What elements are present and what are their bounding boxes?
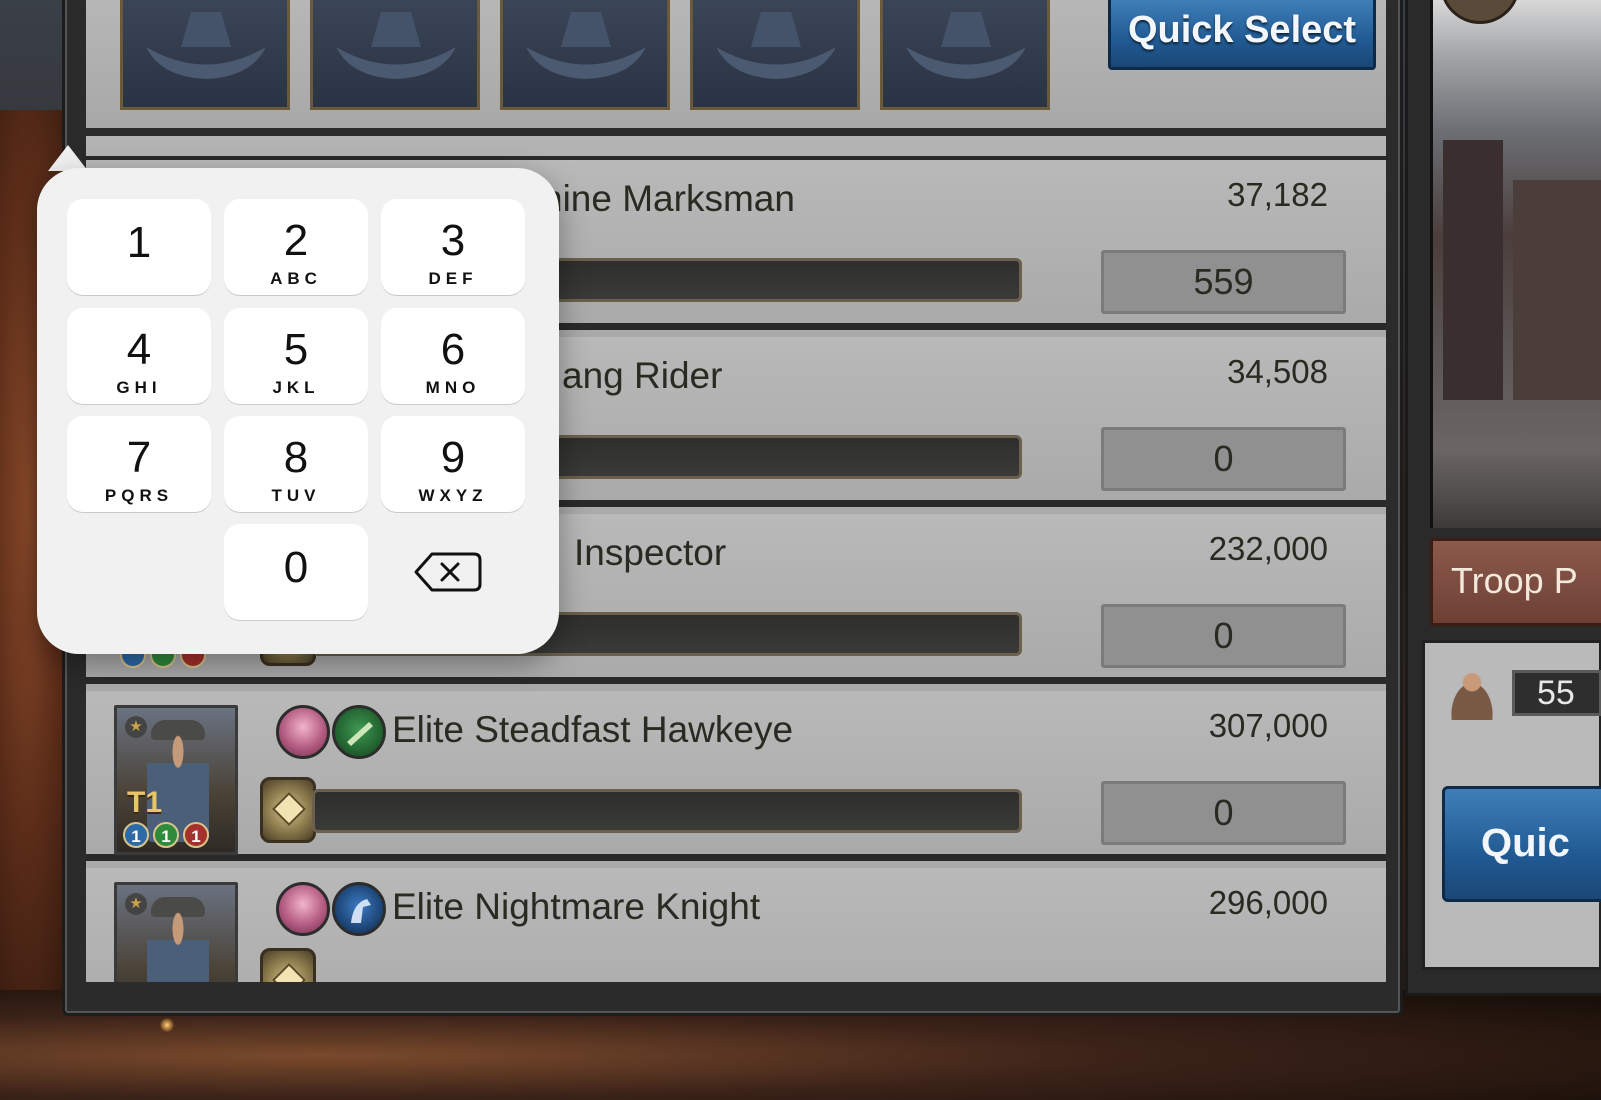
backspace-icon: [414, 552, 482, 592]
slider-handle[interactable]: [260, 948, 316, 982]
helmet-icon: [276, 705, 330, 759]
key-digit: 4: [126, 325, 152, 374]
troop-name: Inspector: [574, 532, 727, 573]
key-digit: 2: [283, 216, 309, 265]
key-digit: 9: [440, 433, 466, 482]
key-letters: JKL: [272, 378, 320, 397]
hat-icon: [906, 12, 1026, 79]
key-letters: DEF: [428, 269, 478, 288]
troop-name: nine Marksman: [542, 178, 795, 219]
troop-count-input[interactable]: 559: [1101, 250, 1346, 314]
key-digit: 7: [126, 433, 152, 482]
delete-key[interactable]: [378, 524, 522, 620]
building: [1443, 140, 1503, 400]
star-icon: ★: [125, 893, 147, 915]
helmet-icon: [276, 882, 330, 936]
hero-slot-strip: Quick Select: [86, 0, 1386, 136]
key-digit: 5: [283, 325, 309, 374]
level-badges: 111: [123, 822, 213, 848]
rifle-icon: [332, 705, 386, 759]
slider-handle[interactable]: [260, 777, 316, 843]
hero-slot[interactable]: [880, 0, 1050, 110]
troop-name: ang Rider: [562, 355, 723, 396]
troop-portrait[interactable]: ★ T1 111: [114, 705, 238, 855]
troop-total: 55: [1512, 670, 1601, 716]
level-badge: 1: [183, 822, 209, 848]
key-9[interactable]: 9 WXYZ: [381, 416, 525, 512]
horse-icon: [332, 882, 386, 936]
key-1[interactable]: 1: [67, 199, 211, 295]
key-7[interactable]: 7 PQRS: [67, 416, 211, 512]
key-digit: 8: [283, 433, 309, 482]
troop-name: Elite Nightmare Knight: [392, 886, 761, 927]
troop-count-input[interactable]: 0: [1101, 427, 1346, 491]
troop-slider[interactable]: [312, 789, 1022, 833]
key-3[interactable]: 3 DEF: [381, 199, 525, 295]
key-letters: PQRS: [104, 486, 174, 505]
key-2[interactable]: 2 ABC: [224, 199, 368, 295]
troop-count-input[interactable]: 0: [1101, 781, 1346, 845]
key-letters: MNO: [425, 378, 481, 397]
ember-effect: [160, 1018, 174, 1032]
troop-power: 232,000: [1208, 530, 1328, 567]
key-4[interactable]: 4 GHI: [67, 308, 211, 404]
troop-name: Elite Steadfast Hawkeye: [392, 709, 794, 750]
level-badge: 1: [153, 822, 179, 848]
key-digit: 0: [283, 543, 309, 592]
building: [1513, 180, 1601, 400]
hat-icon: [526, 12, 646, 79]
star-icon: ★: [125, 716, 147, 738]
hat-icon: [716, 12, 836, 79]
troop-power: 34,508: [1227, 353, 1328, 390]
troop-preset-button[interactable]: Troop P: [1430, 538, 1601, 626]
key-0[interactable]: 0: [224, 524, 368, 620]
troop-portrait[interactable]: ★: [114, 882, 238, 982]
key-letters: TUV: [271, 486, 321, 505]
hero-slot[interactable]: [120, 0, 290, 110]
key-digit: 3: [440, 216, 466, 265]
key-digit: 6: [440, 325, 466, 374]
key-letters: GHI: [116, 378, 162, 397]
knight-figure: [147, 909, 209, 982]
key-letters: ABC: [270, 269, 322, 288]
hat-icon: [146, 12, 266, 79]
troop-power: 296,000: [1208, 884, 1328, 921]
level-badge: 1: [123, 822, 149, 848]
city-preview: [1430, 0, 1601, 528]
soldiers-icon: [1440, 666, 1504, 720]
key-5[interactable]: 5 JKL: [224, 308, 368, 404]
quick-deploy-button[interactable]: Quic: [1442, 786, 1601, 902]
tier-label: T1: [127, 786, 163, 819]
key-letters: WXYZ: [418, 486, 488, 505]
quick-select-button[interactable]: Quick Select: [1108, 0, 1376, 70]
hat-icon: [336, 12, 456, 79]
troop-power: 37,182: [1227, 176, 1328, 213]
divider: [86, 136, 1386, 162]
hero-slot[interactable]: [310, 0, 480, 110]
troop-row: ★ T1 111 Elite Steadfast Hawkeye 307,000…: [86, 691, 1386, 861]
troop-count-input[interactable]: 0: [1101, 604, 1346, 668]
key-8[interactable]: 8 TUV: [224, 416, 368, 512]
hero-slot[interactable]: [690, 0, 860, 110]
troop-power: 307,000: [1208, 707, 1328, 744]
key-6[interactable]: 6 MNO: [381, 308, 525, 404]
key-digit: 1: [126, 218, 152, 267]
hero-slot[interactable]: [500, 0, 670, 110]
troop-row: ★ Elite Nightmare Knight 296,000: [86, 868, 1386, 982]
